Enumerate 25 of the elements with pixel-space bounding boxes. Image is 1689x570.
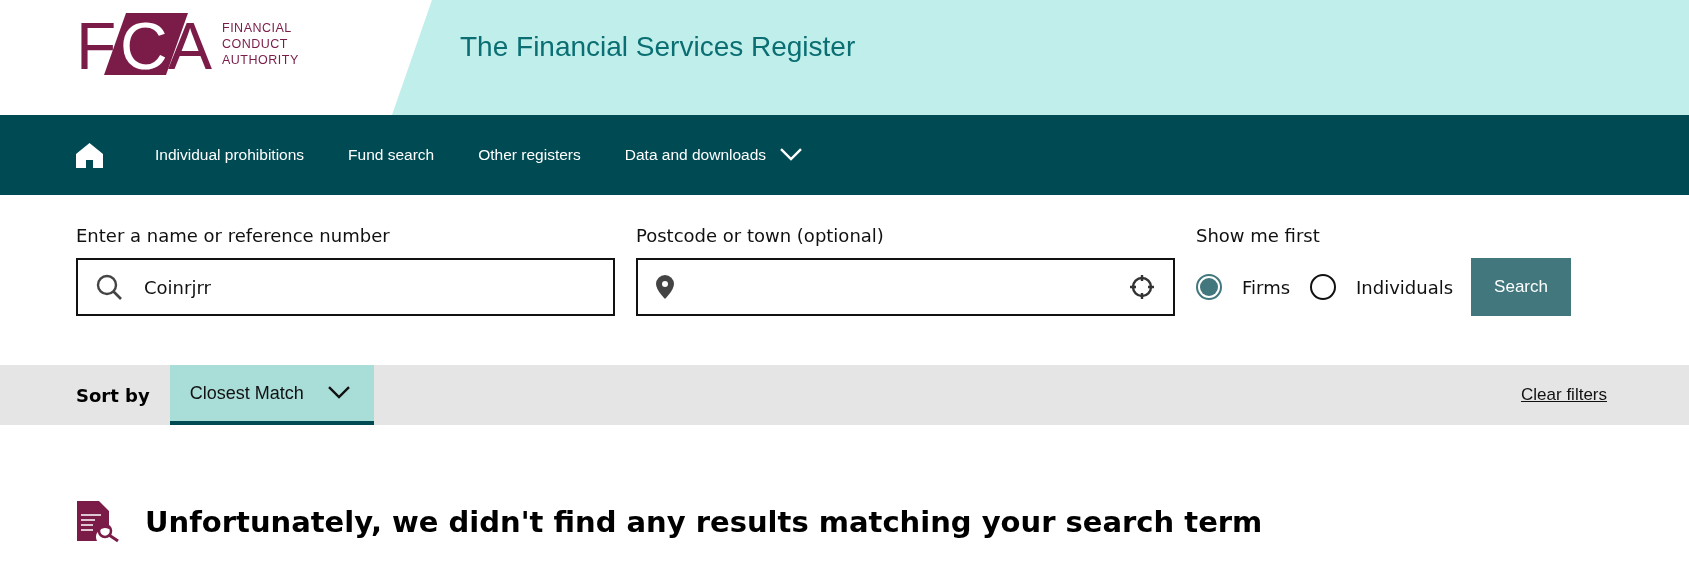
sort-label: Sort by <box>76 384 150 406</box>
field-label: Show me first <box>1196 225 1321 246</box>
name-search-field[interactable]: Coinrjrr <box>76 258 615 316</box>
sort-dropdown[interactable]: Closest Match <box>169 365 374 425</box>
location-pin-icon <box>656 275 674 299</box>
search-icon <box>96 274 122 300</box>
no-results-message: Unfortunately, we didn't find any results matching your search term <box>145 505 1263 539</box>
logo-text: FINANCIAL CONDUCT AUTHORITY <box>222 19 299 68</box>
search-button[interactable]: Search <box>1471 258 1571 316</box>
nav-link[interactable]: Data and downloads <box>624 146 803 164</box>
chevron-down-icon <box>327 386 350 400</box>
nav-link[interactable]: Other registers <box>478 146 581 164</box>
field-label: Postcode or town (optional) <box>636 225 885 246</box>
clear-filters-link[interactable]: Clear filters <box>1521 385 1607 405</box>
field-label: Enter a name or reference number <box>76 225 391 246</box>
radio-icon[interactable] <box>1310 274 1337 300</box>
nav-link[interactable]: Fund search <box>348 146 435 164</box>
radio-option[interactable]: Individuals <box>1310 274 1454 300</box>
radio-option[interactable]: Firms <box>1196 274 1291 300</box>
radio-icon[interactable] <box>1196 274 1222 300</box>
site-title: The Financial Services Register <box>460 30 856 63</box>
nav-link[interactable]: Individual prohibitions <box>155 146 305 164</box>
home-icon[interactable] <box>76 142 103 168</box>
crosshair-icon[interactable] <box>1129 274 1155 300</box>
location-field[interactable] <box>636 258 1175 316</box>
